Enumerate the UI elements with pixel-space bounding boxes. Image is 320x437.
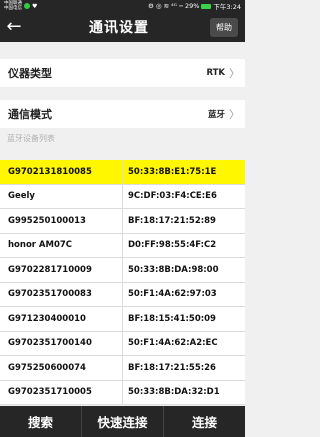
search-button[interactable]: 搜索 xyxy=(0,406,82,437)
device-mac: BF:18:15:41:50:09 xyxy=(128,313,216,324)
connect-button[interactable]: 连接 xyxy=(164,406,245,437)
device-row[interactable]: G9702351710005 50:33:8B:DA:32:D1 xyxy=(0,380,245,405)
status-bar: 中国联通 中国电信 ♥ ⚙ ◎ ≋ ⁴ᴳ ┉ 29% 下午3:24 xyxy=(0,0,245,12)
communication-mode-row[interactable]: 通信模式 蓝牙 〉 xyxy=(0,100,245,128)
bluetooth-device-list-header: 蓝牙设备列表 xyxy=(7,134,55,143)
carrier-label: 中国联通 中国电信 xyxy=(4,1,22,11)
device-mac: 50:33:8B:E1:75:1E xyxy=(128,166,217,177)
device-mac: BF:18:17:21:55:26 xyxy=(128,362,216,373)
device-row[interactable]: honor AM07C D0:FF:98:55:4F:C2 xyxy=(0,233,245,258)
device-name: honor AM07C xyxy=(0,233,123,257)
clock: 下午3:24 xyxy=(213,3,241,11)
instrument-type-row[interactable]: 仪器类型 RTK 〉 xyxy=(0,59,245,87)
device-mac: 9C:DF:03:F4:CE:E6 xyxy=(128,191,217,202)
device-row[interactable]: G9702351700083 50:F1:4A:62:97:03 xyxy=(0,282,245,307)
device-list: G9702131810085 50:33:8B:E1:75:1E Geely 9… xyxy=(0,160,245,405)
device-row[interactable]: G971230400010 BF:18:15:41:50:09 xyxy=(0,307,245,332)
back-arrow-icon[interactable]: ← xyxy=(0,12,28,42)
device-mac: BF:18:17:21:52:89 xyxy=(128,215,216,226)
app-header: ← 通讯设置 帮助 xyxy=(0,12,245,42)
device-row[interactable]: G9702131810085 50:33:8B:E1:75:1E xyxy=(0,160,245,185)
device-row[interactable]: G9702351700140 50:F1:4A:62:A2:EC xyxy=(0,331,245,356)
help-button[interactable]: 帮助 xyxy=(210,17,238,37)
device-mac: 50:F1:4A:62:A2:EC xyxy=(128,338,218,349)
signal-icons: ⚙ ◎ ≋ ⁴ᴳ ┉ xyxy=(148,2,183,10)
device-row[interactable]: G975250600074 BF:18:17:21:55:26 xyxy=(0,356,245,381)
communication-mode-label: 通信模式 xyxy=(8,108,52,121)
bottom-action-bar: 搜索 快速连接 连接 xyxy=(0,406,245,437)
carrier-line-2: 中国电信 xyxy=(4,6,22,11)
device-name: G9702351700140 xyxy=(0,331,123,355)
chevron-right-icon: 〉 xyxy=(229,108,240,121)
device-name: G9702351700083 xyxy=(0,282,123,306)
device-row[interactable]: Geely 9C:DF:03:F4:CE:E6 xyxy=(0,184,245,209)
device-name: G971230400010 xyxy=(0,307,123,331)
quick-connect-button[interactable]: 快速连接 xyxy=(82,406,164,437)
device-row[interactable]: G9702281710009 50:33:8B:DA:98:00 xyxy=(0,258,245,283)
instrument-type-value: RTK xyxy=(206,68,225,78)
device-name: G9702131810085 xyxy=(0,160,123,184)
device-mac: 50:33:8B:DA:98:00 xyxy=(128,264,219,275)
notification-dot-icon xyxy=(24,3,30,9)
device-mac: 50:F1:4A:62:97:03 xyxy=(128,289,217,300)
device-name: G975250600074 xyxy=(0,356,123,380)
device-name: G995250100013 xyxy=(0,209,123,233)
page-title: 通讯设置 xyxy=(89,20,149,36)
device-name: G9702281710009 xyxy=(0,258,123,282)
instrument-type-label: 仪器类型 xyxy=(8,67,52,80)
device-name: G9702351710005 xyxy=(0,380,123,404)
battery-icon xyxy=(201,3,212,9)
chevron-right-icon: 〉 xyxy=(229,67,240,80)
device-mac: 50:33:8B:DA:32:D1 xyxy=(128,387,220,398)
communication-mode-value: 蓝牙 xyxy=(207,110,225,120)
device-row[interactable]: G995250100013 BF:18:17:21:52:89 xyxy=(0,209,245,234)
heart-icon: ♥ xyxy=(32,2,38,10)
device-mac: D0:FF:98:55:4F:C2 xyxy=(128,240,217,251)
device-name: Geely xyxy=(0,184,123,208)
battery-percent: 29% xyxy=(184,2,200,10)
